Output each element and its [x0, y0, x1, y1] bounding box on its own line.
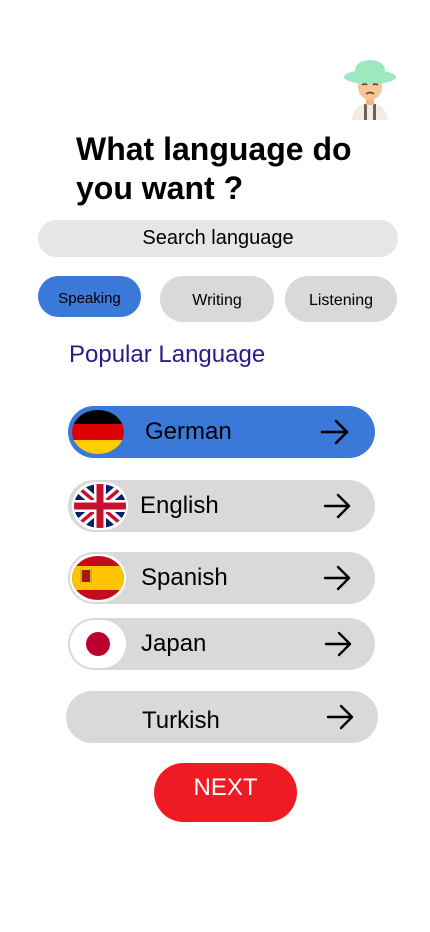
spain-flag-icon	[70, 554, 126, 602]
germany-flag-icon	[70, 408, 126, 456]
language-option-german[interactable]: German	[68, 406, 375, 458]
language-option-turkish[interactable]: Turkish	[66, 691, 378, 743]
arrow-right-icon	[323, 565, 351, 591]
language-label: Japan	[141, 630, 207, 657]
uk-flag-icon	[72, 482, 128, 530]
arrow-right-icon	[320, 419, 349, 445]
language-label: Turkish	[142, 707, 220, 734]
arrow-right-icon	[326, 704, 354, 730]
language-option-spanish[interactable]: Spanish	[68, 552, 375, 604]
next-button[interactable]: NEXT	[154, 763, 297, 822]
tab-writing[interactable]: Writing	[160, 276, 274, 322]
arrow-right-icon	[323, 493, 351, 519]
page-title: What language do you want ?	[76, 131, 352, 206]
avatar[interactable]	[342, 58, 398, 120]
user-avatar-icon	[344, 60, 396, 120]
tab-speaking[interactable]: Speaking	[38, 276, 141, 317]
section-title: Popular Language	[69, 341, 266, 368]
tab-label: Writing	[192, 291, 242, 309]
language-option-english[interactable]: English	[68, 480, 375, 532]
language-option-japan[interactable]: Japan	[68, 618, 375, 670]
language-label: German	[145, 418, 232, 445]
arrow-right-icon	[324, 631, 352, 657]
language-label: Spanish	[141, 564, 228, 591]
japan-flag-icon	[70, 620, 126, 668]
tab-label: Listening	[308, 291, 374, 309]
tab-listening[interactable]: Listening	[285, 276, 397, 322]
tab-label: Speaking	[58, 289, 121, 307]
next-button-label: NEXT	[193, 773, 258, 801]
search-input[interactable]	[38, 220, 398, 257]
language-label: English	[140, 492, 219, 519]
